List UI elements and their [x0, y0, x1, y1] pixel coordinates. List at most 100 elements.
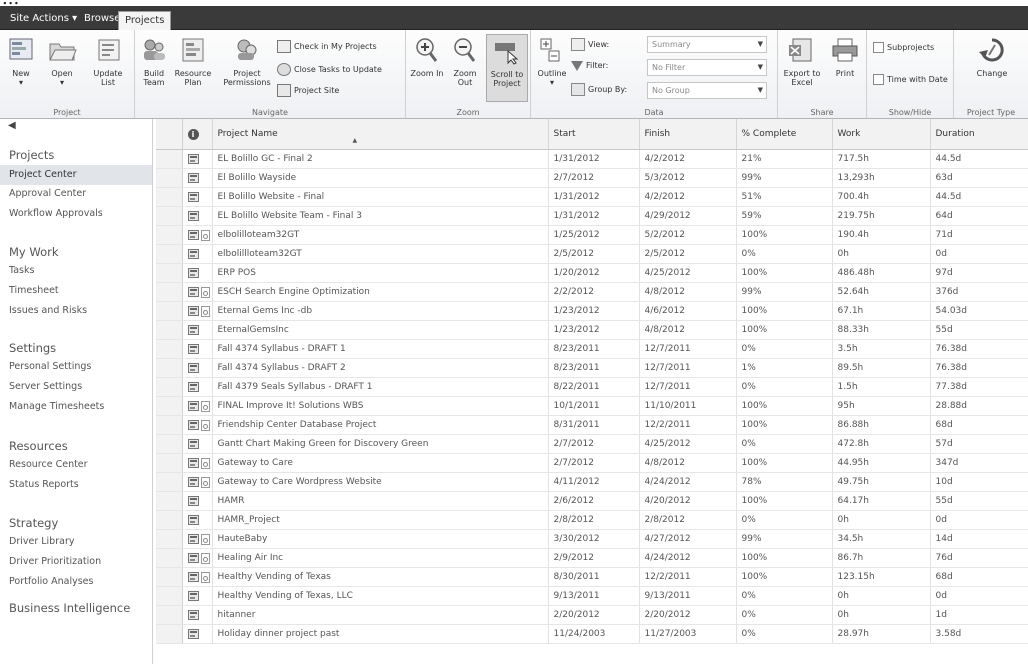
row-selector[interactable]	[156, 529, 183, 549]
project-name-cell[interactable]: ESCH Search Engine Optimization	[212, 282, 549, 302]
project-name-cell[interactable]: EL Bolillo GC - Final 2	[212, 149, 549, 169]
column-header-work[interactable]: Work	[832, 119, 931, 150]
row-selector[interactable]	[156, 168, 183, 188]
project-name-cell[interactable]: El Bolillo Wayside	[212, 168, 549, 188]
project-name[interactable]: Gateway to Care	[218, 458, 293, 468]
row-selector[interactable]	[156, 491, 183, 511]
row-selector[interactable]	[156, 225, 183, 245]
close-tasks-button[interactable]: Close Tasks to Update	[277, 63, 382, 76]
project-name[interactable]: El Bolillo Website - Final	[218, 192, 325, 202]
row-selector[interactable]	[156, 567, 183, 587]
nav-item-issues-and-risks[interactable]: Issues and Risks	[9, 305, 87, 316]
project-name[interactable]: elbolillloteam32GT	[218, 249, 302, 259]
nav-section-header[interactable]: My Work	[9, 245, 59, 259]
project-name-cell[interactable]: elbolillloteam32GT	[212, 244, 549, 264]
project-name[interactable]: FINAL Improve It! Solutions WBS	[218, 401, 364, 411]
nav-section-header[interactable]: Strategy	[9, 516, 58, 530]
row-selector[interactable]	[156, 605, 183, 625]
table-row[interactable]: Eternal Gems Inc -db 1/23/2012 4/6/2012 100…	[156, 301, 1028, 321]
table-row[interactable]: hitanner 2/20/2012 2/20/2012 0% 0h 1d	[156, 605, 1028, 625]
project-name-cell[interactable]: Fall 4374 Syllabus - DRAFT 2	[212, 358, 549, 378]
nav-item-status-reports[interactable]: Status Reports	[9, 479, 79, 490]
row-selector[interactable]	[156, 187, 183, 207]
row-selector[interactable]	[156, 301, 183, 321]
row-selector[interactable]	[156, 244, 183, 264]
time-with-date-checkbox[interactable]: Time with Date	[873, 74, 948, 85]
table-row[interactable]: EternalGemsInc 1/23/2012 4/8/2012 100% 88.33…	[156, 320, 1028, 340]
project-name[interactable]: Holiday dinner project past	[218, 629, 340, 639]
project-name-cell[interactable]: Healthy Vending of Texas, LLC	[212, 586, 549, 606]
row-selector[interactable]	[156, 263, 183, 283]
project-name-cell[interactable]: Friendship Center Database Project	[212, 415, 549, 435]
project-name-cell[interactable]: HAMR	[212, 491, 549, 511]
column-header-project-name[interactable]: Project Name ▲	[212, 119, 549, 150]
row-selector[interactable]	[156, 149, 183, 169]
project-name[interactable]: HauteBaby	[218, 534, 268, 544]
row-selector[interactable]	[156, 453, 183, 473]
new-button[interactable]: New ▾	[4, 36, 38, 87]
check-in-button[interactable]: Check in My Projects	[277, 40, 377, 53]
column-header-pct-complete[interactable]: % Complete	[736, 119, 833, 150]
project-name[interactable]: Fall 4374 Syllabus - DRAFT 1	[218, 344, 346, 354]
table-row[interactable]: Gateway to Care Wordpress Website 4/11/20…	[156, 472, 1028, 492]
site-actions-menu[interactable]: Site Actions ▾	[4, 10, 83, 29]
project-name-cell[interactable]: Gantt Chart Making Green for Discovery G…	[212, 434, 549, 454]
table-row[interactable]: elbolillloteam32GT 2/5/2012 2/5/2012 0% 0h 0d	[156, 244, 1028, 264]
row-selector[interactable]	[156, 472, 183, 492]
column-header-duration[interactable]: Duration	[930, 119, 1028, 150]
project-name[interactable]: elbolilloteam32GT	[218, 230, 300, 240]
row-selector[interactable]	[156, 320, 183, 340]
project-name[interactable]: Friendship Center Database Project	[218, 420, 377, 430]
project-name-cell[interactable]: HauteBaby	[212, 529, 549, 549]
nav-item-manage-timesheets[interactable]: Manage Timesheets	[9, 401, 104, 412]
resource-plan-button[interactable]: Resource Plan	[171, 36, 215, 87]
project-name-cell[interactable]: EternalGemsInc	[212, 320, 549, 340]
project-name[interactable]: EL Bolillo Website Team - Final 3	[218, 211, 362, 221]
build-team-button[interactable]: Build Team	[139, 36, 169, 87]
project-name-cell[interactable]: Holiday dinner project past	[212, 624, 549, 644]
update-list-button[interactable]: Update List	[86, 36, 130, 87]
project-name[interactable]: Gantt Chart Making Green for Discovery G…	[218, 439, 429, 449]
table-row[interactable]: HAMR 2/6/2012 4/20/2012 100% 64.17h 55d	[156, 491, 1028, 511]
project-name-cell[interactable]: Healing Air Inc	[212, 548, 549, 568]
project-name[interactable]: Healthy Vending of Texas, LLC	[218, 591, 353, 601]
zoom-in-button[interactable]: Zoom In	[410, 36, 444, 78]
project-name-cell[interactable]: FINAL Improve It! Solutions WBS	[212, 396, 549, 416]
table-row[interactable]: El Bolillo Website - Final 1/31/2012 4/2/2…	[156, 187, 1028, 207]
project-name-cell[interactable]: Eternal Gems Inc -db	[212, 301, 549, 321]
groupby-dropdown[interactable]: No Group ▼	[647, 82, 767, 99]
project-site-button[interactable]: Project Site	[277, 84, 339, 97]
table-row[interactable]: Healthy Vending of Texas, LLC 9/13/2011 9/…	[156, 586, 1028, 606]
column-header-finish[interactable]: Finish	[639, 119, 737, 150]
scroll-to-project-button[interactable]: Scroll to Project	[486, 34, 528, 102]
project-name-cell[interactable]: Gateway to Care Wordpress Website	[212, 472, 549, 492]
project-name[interactable]: ERP POS	[218, 268, 256, 278]
nav-item-tasks[interactable]: Tasks	[9, 265, 34, 276]
column-header-start[interactable]: Start	[548, 119, 640, 150]
project-name-cell[interactable]: elbolilloteam32GT	[212, 225, 549, 245]
project-name[interactable]: Eternal Gems Inc -db	[218, 306, 313, 316]
project-name-cell[interactable]: EL Bolillo Website Team - Final 3	[212, 206, 549, 226]
project-name[interactable]: HAMR	[218, 496, 245, 506]
project-name[interactable]: ESCH Search Engine Optimization	[218, 287, 370, 297]
nav-section-header[interactable]: Resources	[9, 439, 68, 453]
row-selector[interactable]	[156, 624, 183, 644]
row-selector[interactable]	[156, 377, 183, 397]
nav-item-approval-center[interactable]: Approval Center	[9, 188, 86, 199]
table-row[interactable]: EL Bolillo GC - Final 2 1/31/2012 4/2/2012…	[156, 149, 1028, 169]
nav-section-header[interactable]: Business Intelligence	[9, 601, 130, 615]
project-name-cell[interactable]: Healthy Vending of Texas	[212, 567, 549, 587]
project-name-cell[interactable]: HAMR_Project	[212, 510, 549, 530]
project-name-cell[interactable]: hitanner	[212, 605, 549, 625]
table-row[interactable]: Holiday dinner project past 11/24/2003 11/…	[156, 624, 1028, 644]
project-name-cell[interactable]: Gateway to Care	[212, 453, 549, 473]
table-row[interactable]: HauteBaby 3/30/2012 4/27/2012 99% 34.5h 14d	[156, 529, 1028, 549]
project-name-cell[interactable]: Fall 4379 Seals Syllabus - DRAFT 1	[212, 377, 549, 397]
row-selector[interactable]	[156, 358, 183, 378]
project-name[interactable]: hitanner	[218, 610, 256, 620]
collapse-nav-icon[interactable]: ◀	[8, 120, 16, 131]
zoom-out-button[interactable]: Zoom Out	[448, 36, 482, 87]
table-row[interactable]: elbolilloteam32GT 1/25/2012 5/2/2012 100% 19…	[156, 225, 1028, 245]
project-name[interactable]: HAMR_Project	[218, 515, 280, 525]
print-button[interactable]: Print	[828, 36, 862, 78]
